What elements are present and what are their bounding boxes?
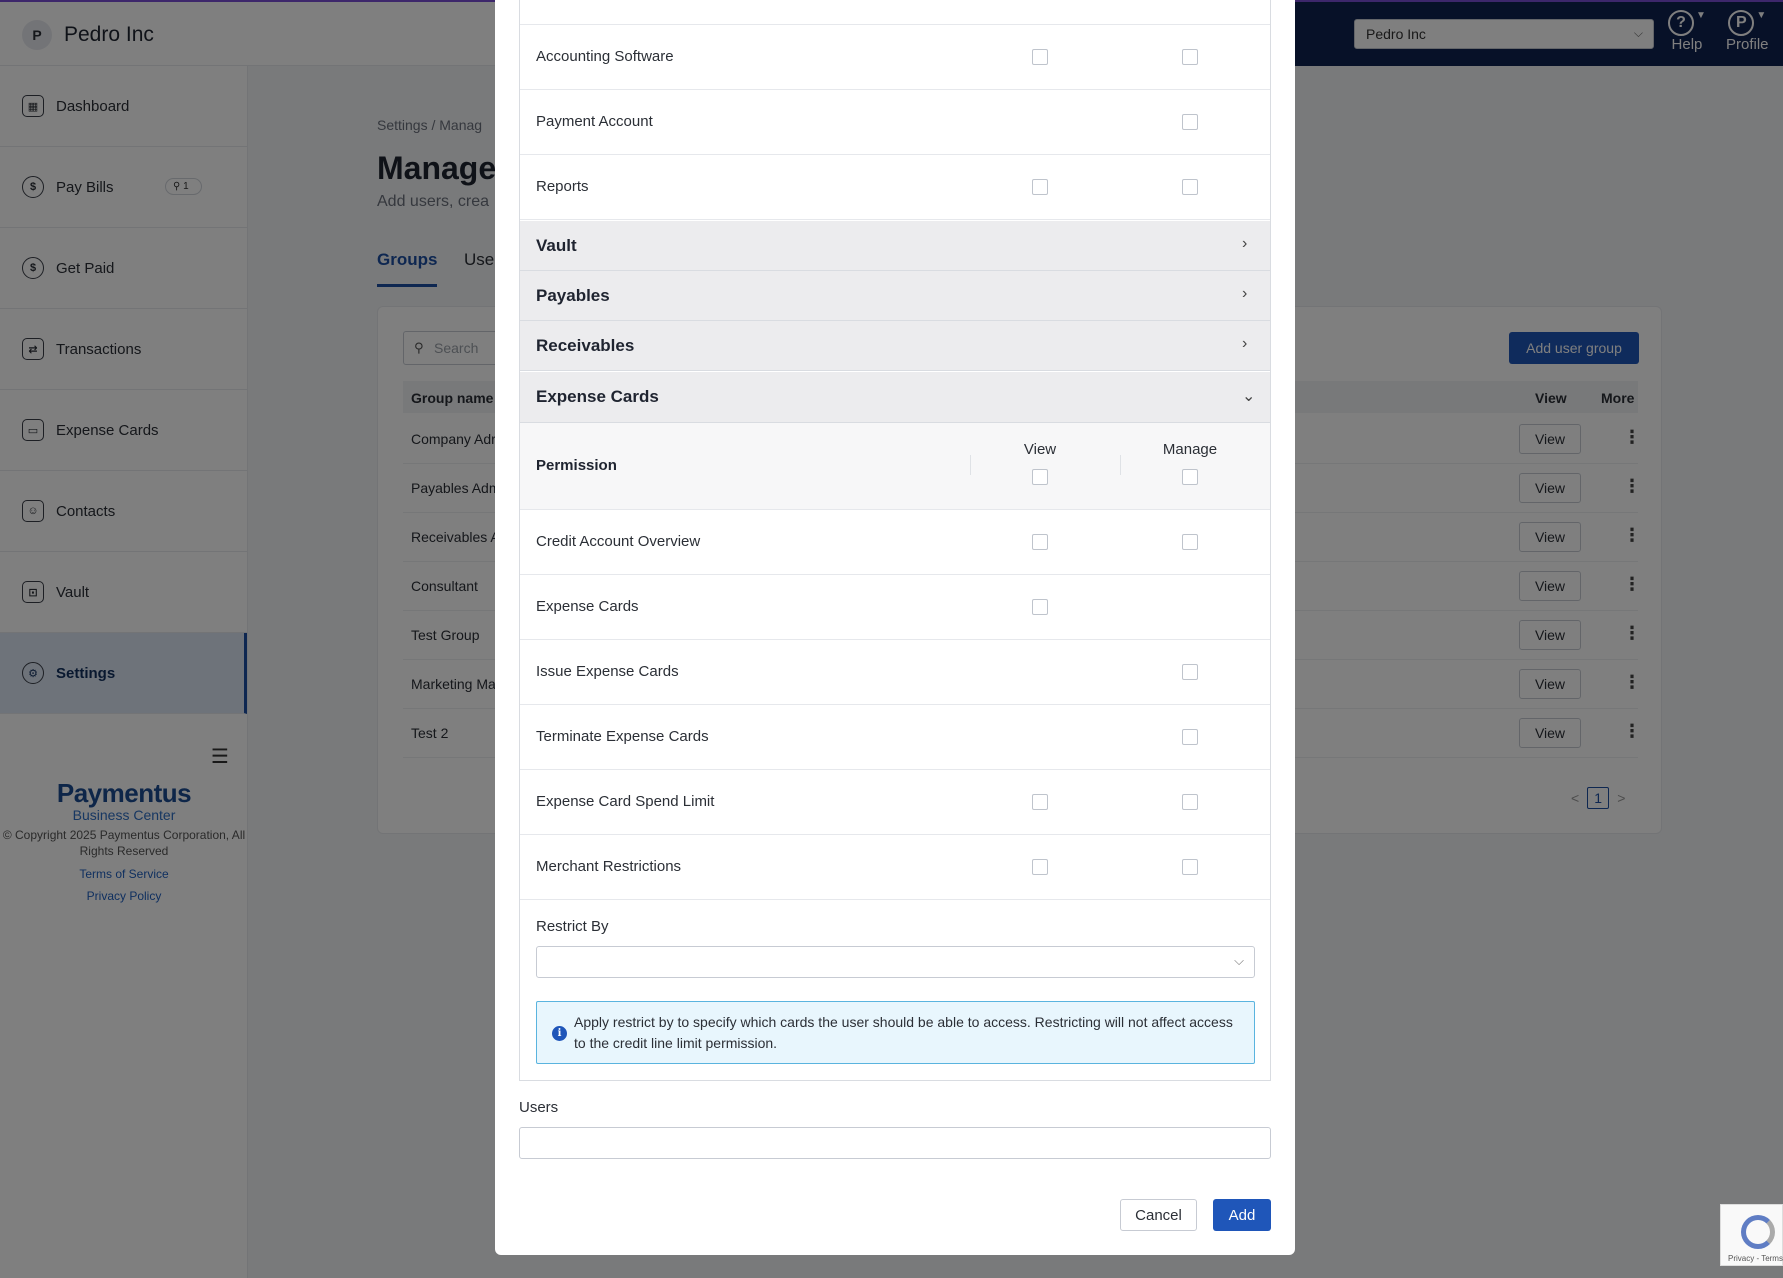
permission-column-title: Permission <box>536 457 617 474</box>
recaptcha-text[interactable]: Privacy - Terms <box>1728 1254 1783 1263</box>
users-input[interactable] <box>519 1127 1271 1159</box>
recaptcha-icon <box>1741 1215 1775 1249</box>
manage-checkbox[interactable] <box>1182 664 1198 680</box>
section-label: Expense Cards <box>536 387 659 406</box>
permission-label: Accounting Software <box>536 48 674 65</box>
permission-row: Payment Account <box>520 90 1270 155</box>
manage-checkbox[interactable] <box>1182 794 1198 810</box>
view-checkbox[interactable] <box>1032 599 1048 615</box>
permissions-list: Accounting Software Payment Account Repo… <box>519 0 1271 1081</box>
info-message: Apply restrict by to specify which cards… <box>574 1014 1233 1051</box>
users-label: Users <box>519 1099 559 1116</box>
permission-label: Terminate Expense Cards <box>536 728 709 745</box>
permission-label: Expense Card Spend Limit <box>536 793 715 810</box>
column-divider <box>970 455 971 475</box>
permission-row: Credit Account Overview <box>520 510 1270 575</box>
permission-label: Reports <box>536 178 589 195</box>
chevron-right-icon: › <box>1242 285 1248 302</box>
section-payables[interactable]: Payables › <box>520 271 1270 321</box>
section-label: Payables <box>536 286 610 305</box>
section-label: Vault <box>536 236 577 255</box>
view-checkbox[interactable] <box>1032 794 1048 810</box>
permission-row: Accounting Software <box>520 25 1270 90</box>
select-all-view-checkbox[interactable] <box>1032 469 1048 485</box>
cancel-button[interactable]: Cancel <box>1120 1199 1197 1231</box>
view-checkbox[interactable] <box>1032 534 1048 550</box>
manage-checkbox[interactable] <box>1182 534 1198 550</box>
permission-row: Expense Card Spend Limit <box>520 770 1270 835</box>
permission-header: Permission View Manage <box>520 423 1270 510</box>
section-expense-cards[interactable]: Expense Cards ⌄ <box>520 372 1270 423</box>
recaptcha-badge[interactable]: Privacy - Terms <box>1720 1204 1783 1266</box>
view-checkbox[interactable] <box>1032 179 1048 195</box>
chevron-down-icon: ⌄ <box>1242 388 1256 405</box>
permission-row: Merchant Restrictions <box>520 835 1270 900</box>
restrict-info-alert: i Apply restrict by to specify which car… <box>536 1001 1255 1064</box>
manage-checkbox[interactable] <box>1182 114 1198 130</box>
info-icon: i <box>552 1026 567 1041</box>
section-vault[interactable]: Vault › <box>520 221 1270 271</box>
permission-label: Merchant Restrictions <box>536 858 682 875</box>
permission-row: Terminate Expense Cards <box>520 705 1270 770</box>
column-divider <box>1120 455 1121 475</box>
permission-row: Expense Cards <box>520 575 1270 640</box>
view-column-title: View <box>1023 441 1057 458</box>
chevron-right-icon: › <box>1242 335 1248 352</box>
restrict-by-select[interactable]: ⌵ <box>536 946 1255 978</box>
manage-checkbox[interactable] <box>1182 179 1198 195</box>
view-checkbox[interactable] <box>1032 49 1048 65</box>
permission-label: Expense Cards <box>536 598 639 615</box>
section-receivables[interactable]: Receivables › <box>520 321 1270 371</box>
add-button[interactable]: Add <box>1213 1199 1271 1231</box>
select-all-manage-checkbox[interactable] <box>1182 469 1198 485</box>
permission-label: Credit Account Overview <box>536 533 701 550</box>
permission-label: Issue Expense Cards <box>536 663 679 680</box>
manage-checkbox[interactable] <box>1182 49 1198 65</box>
permission-label: Payment Account <box>536 113 653 130</box>
view-checkbox[interactable] <box>1032 859 1048 875</box>
add-user-group-modal: Accounting Software Payment Account Repo… <box>495 0 1295 1255</box>
chevron-right-icon: › <box>1242 235 1248 252</box>
manage-checkbox[interactable] <box>1182 729 1198 745</box>
section-label: Receivables <box>536 336 635 355</box>
permission-row: Issue Expense Cards <box>520 640 1270 705</box>
permission-row: Reports <box>520 155 1270 220</box>
restrict-by-label: Restrict By <box>536 918 609 935</box>
manage-checkbox[interactable] <box>1182 859 1198 875</box>
chevron-down-icon: ⌵ <box>1234 953 1244 968</box>
permission-row-partial <box>520 0 1270 25</box>
manage-column-title: Manage <box>1162 441 1218 458</box>
